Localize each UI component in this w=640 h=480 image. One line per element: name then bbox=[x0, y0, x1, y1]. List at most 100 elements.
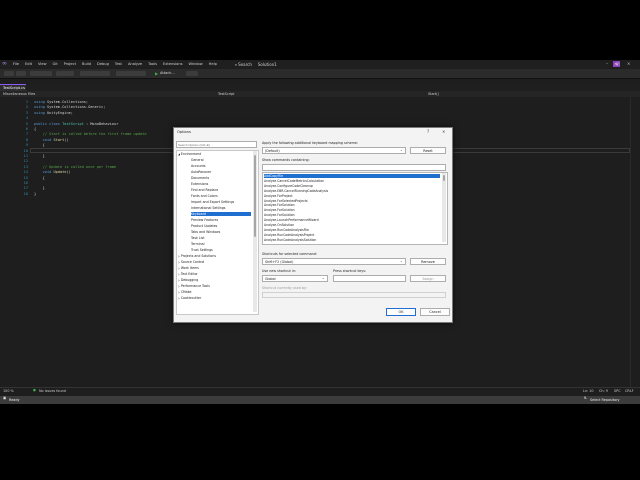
shortcuts-select[interactable]: Shift+F2 (Global) ⌄ bbox=[262, 258, 406, 265]
tree-item[interactable]: International Settings bbox=[191, 206, 225, 210]
command-item[interactable]: Analyze.EBR.CancelRunningCodeAnalysis bbox=[264, 189, 328, 193]
tree-item[interactable]: ▷ Performance Tools bbox=[178, 284, 210, 288]
tree-item[interactable]: Preview Features bbox=[191, 218, 218, 222]
command-item-selected[interactable]: AddCopyFile bbox=[264, 174, 440, 178]
tree-item[interactable]: Tabs and Windows bbox=[191, 230, 220, 234]
menu-build[interactable]: Build bbox=[82, 62, 91, 66]
options-tree[interactable]: ◢ Environment General Accounts AutoRecover D… bbox=[176, 150, 259, 315]
tree-item[interactable]: Import and Export Settings bbox=[191, 200, 234, 204]
mapping-scheme-select[interactable]: (Default) ⌄ bbox=[262, 147, 406, 154]
tree-item[interactable]: ▷ CMake bbox=[178, 290, 191, 294]
tree-item[interactable]: ▷ Work Items bbox=[178, 266, 199, 270]
tree-scroll-thumb[interactable] bbox=[254, 155, 256, 237]
tab-testscript[interactable]: TestScript.cs bbox=[0, 84, 26, 91]
search-options-input[interactable] bbox=[176, 141, 257, 148]
debug-options-icon[interactable] bbox=[186, 71, 198, 76]
close-icon[interactable]: × bbox=[442, 129, 445, 134]
breadcrumb-member[interactable]: Start() bbox=[428, 92, 439, 96]
command-item[interactable]: Analyze.ForSolution bbox=[264, 213, 295, 217]
command-item[interactable]: Analyze.RunCodeAnalysisProject bbox=[264, 233, 314, 237]
platform-dropdown[interactable] bbox=[116, 71, 146, 76]
tree-item[interactable]: General bbox=[191, 158, 204, 162]
attach-button[interactable]: Attach... bbox=[160, 71, 175, 75]
command-item[interactable]: Analyze.ForSelectedProjects bbox=[264, 199, 308, 203]
tree-item[interactable]: Accounts bbox=[191, 164, 206, 168]
remove-button[interactable]: Remove bbox=[410, 258, 446, 265]
command-item[interactable]: Analyze.CancelCodeMetricsCalculation bbox=[264, 179, 324, 183]
assign-button[interactable]: Assign bbox=[410, 275, 446, 282]
play-icon[interactable]: ▶ bbox=[155, 71, 158, 76]
tree-item[interactable]: Trust Settings bbox=[191, 248, 213, 252]
reset-button[interactable]: Reset bbox=[410, 147, 446, 154]
minimize-icon[interactable]: – bbox=[606, 61, 608, 66]
zoom-level[interactable]: 100 % bbox=[3, 389, 14, 393]
show-commands-input[interactable] bbox=[262, 164, 446, 171]
select-repository-button[interactable]: Select Repository bbox=[590, 398, 620, 402]
command-item[interactable]: Analyze.RunCodeAnalysisFile bbox=[264, 228, 309, 232]
tree-item[interactable]: Product Updates bbox=[191, 224, 217, 228]
use-shortcut-value: Global bbox=[265, 277, 276, 281]
config-dropdown[interactable] bbox=[80, 71, 110, 76]
menu-tools[interactable]: Tools bbox=[148, 62, 157, 66]
tree-item[interactable]: ▷ Cookiecutter bbox=[178, 296, 201, 300]
tree-item[interactable]: AutoRecover bbox=[191, 170, 211, 174]
nav-forward-icon[interactable] bbox=[16, 71, 26, 76]
breadcrumb-class[interactable]: TestScript bbox=[218, 92, 235, 96]
spacing-indicator[interactable]: SPC bbox=[614, 389, 621, 393]
menu-edit[interactable]: Edit bbox=[25, 62, 32, 66]
help-icon[interactable]: ? bbox=[427, 129, 429, 134]
tree-item[interactable]: ▷ Text Editor bbox=[178, 272, 198, 276]
save-icon[interactable] bbox=[56, 71, 74, 76]
use-shortcut-select[interactable]: Global ⌄ bbox=[262, 275, 328, 282]
command-item[interactable]: Analyze.ForProject bbox=[264, 194, 293, 198]
menu-git[interactable]: Git bbox=[53, 62, 58, 66]
command-item[interactable]: Analyze.ConfigureCodeCleanup bbox=[264, 184, 313, 188]
menu-window[interactable]: Window bbox=[189, 62, 203, 66]
tree-item[interactable]: Task List bbox=[191, 236, 204, 240]
commands-scrollbar[interactable] bbox=[442, 173, 446, 242]
commands-scroll-thumb[interactable] bbox=[443, 175, 445, 181]
ok-button[interactable]: OK bbox=[386, 308, 416, 316]
menu-help[interactable]: Help bbox=[209, 62, 217, 66]
line-ending-indicator[interactable]: CRLF bbox=[625, 389, 634, 393]
search-icon[interactable]: ⌕ bbox=[235, 62, 237, 67]
tree-item[interactable]: Fonts and Colors bbox=[191, 194, 218, 198]
tree-item[interactable]: ▷ Debugging bbox=[178, 278, 198, 282]
tree-item[interactable]: Find and Replace bbox=[191, 188, 218, 192]
tree-item[interactable]: ◢ Environment bbox=[178, 152, 201, 156]
search-button[interactable]: Search bbox=[238, 62, 252, 67]
commands-list[interactable]: AddCopyFile Analyze.CancelCodeMetricsCalc… bbox=[262, 172, 448, 245]
command-item[interactable]: Analyze.LaunchPerformanceWizard bbox=[264, 218, 319, 222]
cancel-button[interactable]: Cancel bbox=[420, 308, 450, 316]
menu-project[interactable]: Project bbox=[64, 62, 76, 66]
command-item[interactable]: Analyze.ForSolution bbox=[264, 203, 295, 207]
tree-item[interactable]: ▷ Projects and Solutions bbox=[178, 254, 216, 258]
command-item[interactable]: Analyze.ForSolution bbox=[264, 208, 295, 212]
tree-item-label: Task List bbox=[191, 236, 205, 240]
close-window-icon[interactable]: × bbox=[627, 61, 630, 66]
nav-back-icon[interactable] bbox=[4, 71, 14, 76]
code-line: public class TestScript : MonoBehaviour bbox=[34, 122, 118, 126]
menu-debug[interactable]: Debug bbox=[97, 62, 109, 66]
new-item-dropdown[interactable] bbox=[30, 71, 52, 76]
code-token: public class bbox=[34, 121, 63, 126]
tree-scrollbar[interactable] bbox=[253, 151, 257, 312]
command-item[interactable]: Analyze.RunCodeAnalysisSolution bbox=[264, 238, 316, 242]
command-item[interactable]: Analyze.OnSolution bbox=[264, 223, 294, 227]
issues-status[interactable]: No issues found bbox=[39, 389, 66, 393]
tree-item[interactable]: ▷ Source Control bbox=[178, 260, 204, 264]
menu-file[interactable]: File bbox=[13, 62, 19, 66]
editor-scrollbar[interactable] bbox=[630, 97, 640, 387]
tree-item[interactable]: Terminal bbox=[191, 242, 204, 246]
menu-view[interactable]: View bbox=[38, 62, 47, 66]
tree-item-selected[interactable]: Keyboard bbox=[191, 212, 251, 216]
menu-test[interactable]: Test bbox=[115, 62, 122, 66]
maximize-icon[interactable]: □ bbox=[616, 61, 620, 66]
press-keys-input[interactable] bbox=[333, 275, 406, 282]
vs-logo-icon: ∞ bbox=[2, 60, 7, 67]
menu-analyze[interactable]: Analyze bbox=[128, 62, 142, 66]
breadcrumb-project[interactable]: Miscellaneous Files bbox=[3, 92, 35, 96]
tree-item[interactable]: Extensions bbox=[191, 182, 208, 186]
menu-extensions[interactable]: Extensions bbox=[163, 62, 183, 66]
tree-item[interactable]: Documents bbox=[191, 176, 209, 180]
